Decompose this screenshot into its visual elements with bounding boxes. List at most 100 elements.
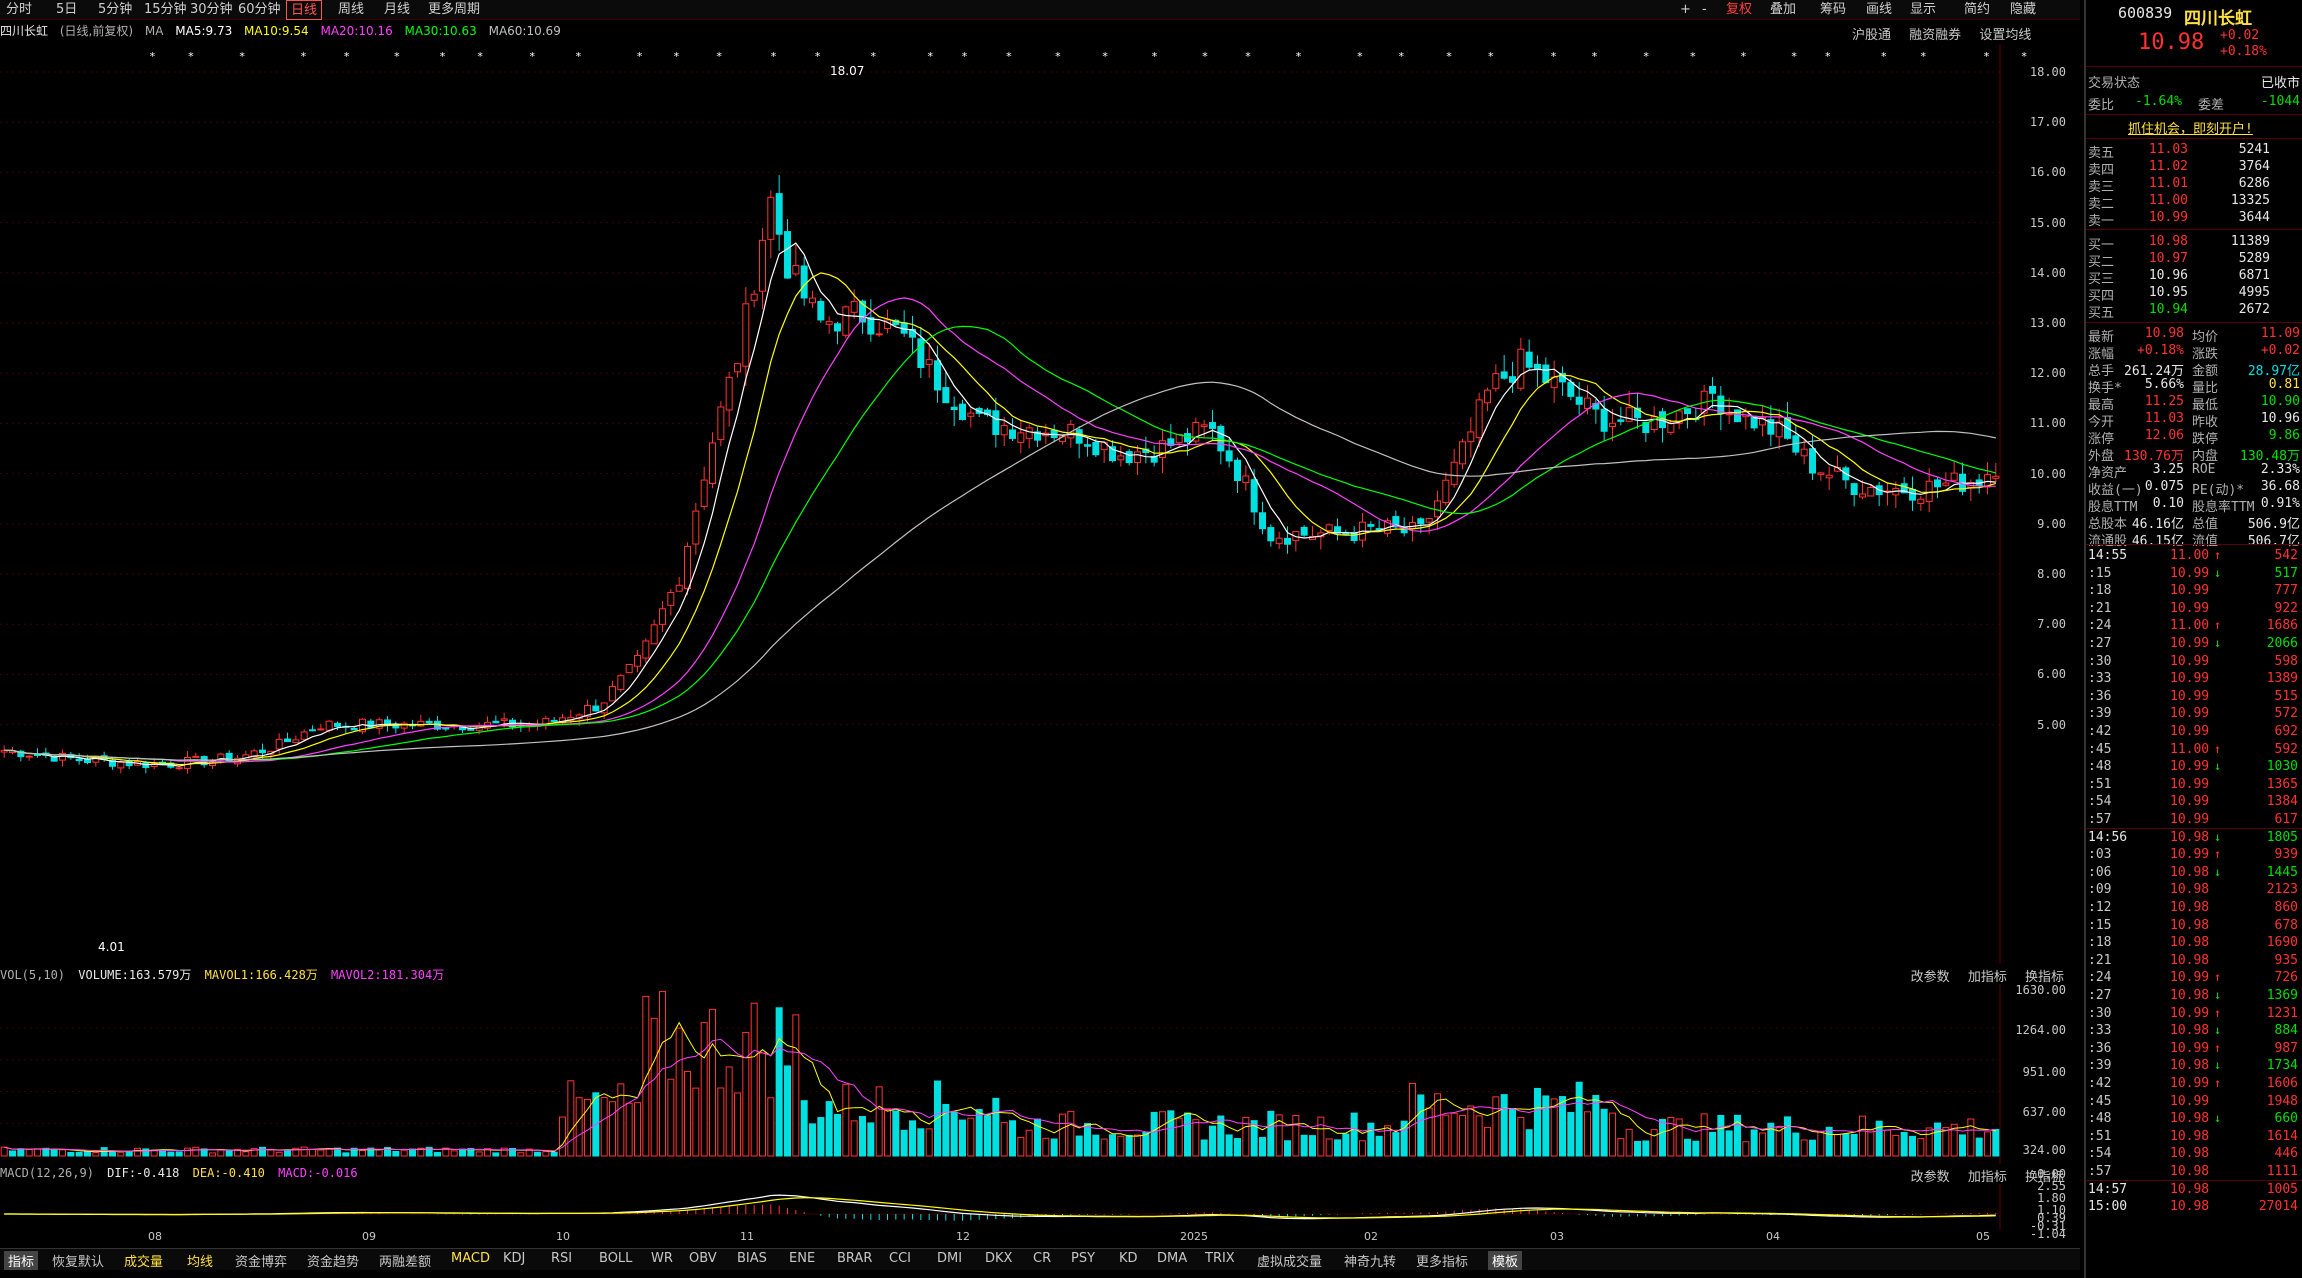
hide-button[interactable]: 隐藏 [2010,0,2036,20]
macd-edit-params[interactable]: 改参数 [1911,1170,1950,1185]
event-marker: * [1296,50,1302,63]
promo-link[interactable]: 抓住机会，即刻开户! [2128,118,2253,137]
candle-body [1442,479,1450,503]
ma30-line [4,325,1996,761]
indicator-tab[interactable]: MACD [451,1251,490,1266]
volume-bar [909,1120,916,1157]
period-tab-30min[interactable]: 30分钟 [186,0,237,20]
volume-bar [675,1027,683,1157]
indicator-tab[interactable]: TRIX [1205,1251,1235,1266]
volume-bar [900,1129,908,1157]
indicator-tab[interactable]: 更多指标 [1416,1251,1468,1270]
indicator-tab[interactable]: DMA [1157,1251,1187,1266]
zoom-out-button[interactable]: - [1702,0,1707,20]
trade-time: :36 [2088,1040,2112,1056]
x-label-02: 02 [1364,1230,1378,1243]
indicator-tab[interactable]: DKX [985,1251,1012,1266]
bid-row[interactable]: 买三 10.96 6871 [2088,268,2300,287]
margin-link[interactable]: 融资融券 [1909,28,1961,43]
candle-body [1800,448,1808,457]
indicator-tab[interactable]: BIAS [737,1251,767,1266]
ask-row[interactable]: 卖四 11.02 3764 [2088,159,2300,178]
indicator-tab[interactable]: 资金博弈 [235,1251,287,1270]
volume-bar [1892,1134,1900,1157]
period-tab-fenshi[interactable]: 分时 [2,0,36,20]
trade-row: :39 10.99 572 [2088,706,2300,725]
volume-bar [317,1149,325,1157]
candlestick-chart[interactable]: * * * * * * * * * * * * * * * * * * * * * * * * * * * * * * * * * * * * * * * * [0,44,2080,964]
display-button[interactable]: 显示 [1910,0,1936,20]
volume-bar [1334,1139,1341,1157]
draw-line-button[interactable]: 画线 [1866,0,1892,20]
indicator-tab[interactable]: 神奇九转 [1344,1251,1396,1270]
indicator-tab[interactable]: DMI [937,1251,962,1266]
dif-value: DIF:-0.418 [107,1166,180,1180]
indicator-tab[interactable]: 成交量 [124,1251,163,1270]
candle-body [1000,425,1008,436]
period-tab-more[interactable]: 更多周期 [424,0,484,20]
period-tab-5day[interactable]: 5日 [52,0,81,20]
period-tab-60min[interactable]: 60分钟 [234,0,285,20]
period-tab-5min[interactable]: 5分钟 [94,0,136,20]
period-tab-weekly[interactable]: 周线 [334,0,368,20]
overlay-button[interactable]: 叠加 [1770,0,1796,20]
candle-body [725,376,733,411]
candle-body [1234,459,1241,482]
indicator-tab[interactable]: WR [651,1251,673,1266]
indicator-tab[interactable]: 资金趋势 [307,1251,359,1270]
indicator-tab[interactable]: 恢复默认 [52,1251,104,1270]
candle-body [650,624,658,645]
hk-connect-link[interactable]: 沪股通 [1852,28,1891,43]
candle-body [1567,381,1575,397]
down-arrow-icon: ↓ [2214,1023,2222,1038]
ask-price: 11.00 [2148,193,2188,208]
indicator-tab[interactable]: KD [1119,1251,1138,1266]
indicator-tab[interactable]: 指标 [4,1251,39,1270]
indicator-tab[interactable]: KDJ [503,1251,525,1266]
volume-bar [859,1116,866,1157]
indicator-tab[interactable]: OBV [689,1251,717,1266]
bid-row[interactable]: 买五 10.94 2672 [2088,302,2300,321]
adjust-button[interactable]: 复权 [1726,0,1752,20]
volume-bar [1659,1118,1666,1157]
volume-bar [134,1147,141,1157]
indicator-tab[interactable]: ENE [789,1251,815,1266]
period-tab-monthly[interactable]: 月线 [380,0,414,20]
indicator-tab[interactable]: 均线 [187,1251,213,1270]
indicator-tab[interactable]: CCI [889,1251,911,1266]
trade-time: :12 [2088,900,2112,915]
indicator-tab[interactable]: BOLL [599,1251,632,1266]
volume-bar [684,1070,691,1157]
indicator-tab[interactable]: CR [1033,1251,1051,1266]
bid-volume: 2672 [2238,302,2270,317]
simple-mode-button[interactable]: 简约 [1964,0,1990,20]
indicator-tab[interactable]: 模板 [1488,1251,1523,1270]
stat-row: 股息TTM 0.10 股息率TTM 0.91% [2088,496,2300,515]
ask-row[interactable]: 卖三 11.01 6286 [2088,176,2300,195]
indicator-tab[interactable]: 两融差额 [379,1251,431,1270]
vol-edit-params[interactable]: 改参数 [1911,970,1950,985]
candle-body [1017,432,1025,443]
volume-bar [1934,1122,1941,1157]
bid-row[interactable]: 买一 10.98 11389 [2088,234,2300,253]
volume-bar [1817,1130,1825,1157]
vol-add-indicator[interactable]: 加指标 [1968,970,2007,985]
indicator-tab[interactable]: BRAR [837,1251,872,1266]
bid-row[interactable]: 买四 10.95 4995 [2088,285,2300,304]
period-tab-daily[interactable]: 日线 [286,0,323,20]
period-tab-15min[interactable]: 15分钟 [140,0,191,20]
chips-button[interactable]: 筹码 [1820,0,1846,20]
set-ma-link[interactable]: 设置均线 [1979,28,2031,43]
weibi-label: 委比 [2088,98,2115,113]
ask-row[interactable]: 卖一 10.99 3644 [2088,210,2300,229]
indicator-tab[interactable]: 虚拟成交量 [1257,1251,1322,1270]
indicator-tab[interactable]: RSI [551,1251,572,1266]
zoom-in-button[interactable]: + [1680,0,1691,20]
ask-row[interactable]: 卖二 11.00 13325 [2088,193,2300,212]
volume-bar [950,1111,958,1157]
bid-row[interactable]: 买二 10.97 5289 [2088,251,2300,270]
macd-add-indicator[interactable]: 加指标 [1968,1170,2007,1185]
indicator-tab[interactable]: PSY [1071,1251,1095,1266]
down-arrow-icon: ↓ [2214,759,2222,774]
ask-row[interactable]: 卖五 11.03 5241 [2088,142,2300,161]
